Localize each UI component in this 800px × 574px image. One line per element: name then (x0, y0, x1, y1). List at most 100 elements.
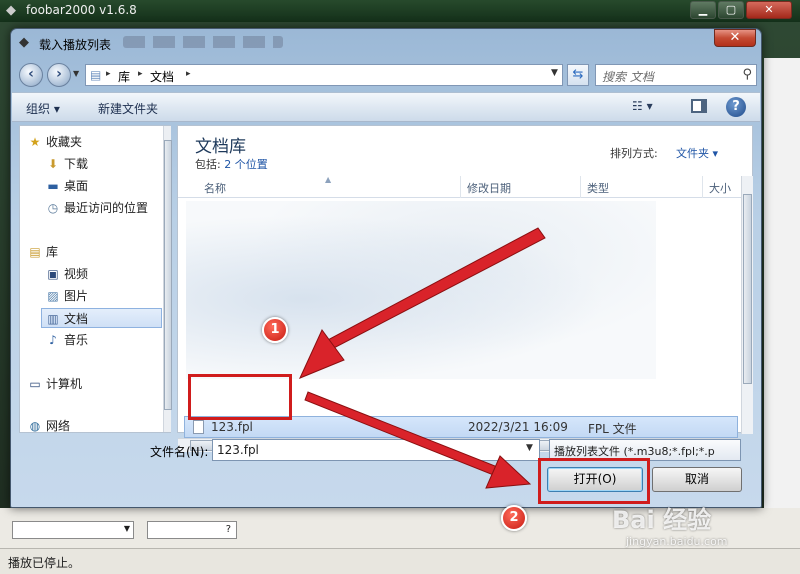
new-folder-button[interactable]: 新建文件夹 (98, 100, 158, 117)
minimize-button[interactable]: ▁ (690, 1, 716, 19)
music-icon: ♪ (49, 333, 57, 347)
step-2-badge: 2 (501, 505, 527, 531)
navigation-pane: ★ 收藏夹 ⬇ 下载 ▬ 桌面 ◷ 最近访问的位置 ▤ 库 ▣ 视频 ▨ 图片 ▥ 文档 ♪ 音乐… (19, 125, 174, 436)
sidebar-item-label: 最近访问的位置 (64, 201, 149, 215)
foobar-combo[interactable] (12, 521, 134, 539)
help-icon[interactable]: ? (726, 97, 746, 117)
refresh-button[interactable]: ⇆ (567, 64, 589, 86)
command-bar: 组织 ▾ 新建文件夹 ☷ ▾ ? (12, 92, 760, 122)
forward-button[interactable]: › (47, 63, 71, 87)
sort-ascending-icon: ▲ (325, 175, 332, 184)
arrange-by-label: 排列方式: (610, 147, 658, 160)
file-type: FPL 文件 (588, 422, 637, 436)
vertical-scrollbar[interactable] (741, 176, 753, 434)
sidebar-item-favorites[interactable]: ★ 收藏夹 (26, 132, 156, 152)
sidebar-item-downloads[interactable]: ⬇ 下载 (44, 154, 174, 174)
dialog-close-button[interactable]: ✕ (714, 29, 756, 47)
foobar-logo-icon: ◆ (6, 3, 16, 18)
file-name: 123.fpl (211, 420, 253, 434)
file-icon (193, 420, 204, 434)
filename-label: 文件名(N): (150, 445, 209, 459)
baidu-watermark: Bai 经验 (612, 506, 712, 534)
maximize-button[interactable]: ▢ (718, 1, 744, 19)
sidebar-item-label: 收藏夹 (46, 135, 83, 149)
sidebar-item-label: 库 (46, 245, 59, 259)
status-bar: 播放已停止。 (0, 548, 800, 574)
sidebar-item-documents[interactable]: ▥ 文档 (41, 308, 162, 328)
load-playlist-dialog: ◆ 载入播放列表 ✕ ‹ › ▼ ▤ ▸ 库 ▸ 文档 ▸ ▼ ⇆ 搜索 文档 … (10, 28, 762, 508)
foobar-playlist-panel (764, 58, 800, 528)
baidu-watermark-url: jingyan.baidu.com (626, 535, 728, 548)
sidebar-item-computer[interactable]: ▭ 计算机 (26, 374, 156, 394)
address-dropdown-icon[interactable]: ▼ (551, 68, 563, 78)
sidebar-item-pictures[interactable]: ▨ 图片 (44, 286, 174, 306)
library-includes: 包括: 2 个位置 (195, 156, 268, 172)
library-title: 文档库 (195, 137, 246, 157)
sidebar-item-label: 音乐 (64, 333, 89, 347)
sidebar-item-label: 计算机 (46, 377, 83, 391)
documents-icon: ▥ (47, 312, 59, 326)
search-icon: ⚲ (742, 67, 752, 82)
video-icon: ▣ (47, 267, 59, 281)
sidebar-item-label: 文档 (64, 312, 89, 326)
step-1-badge: 1 (262, 317, 288, 343)
highlight-file-box (188, 374, 292, 420)
history-dropdown-icon[interactable]: ▼ (73, 69, 79, 78)
breadcrumb-library[interactable]: 库 (118, 68, 130, 85)
close-button[interactable]: ✕ (746, 1, 792, 19)
back-button[interactable]: ‹ (19, 63, 43, 87)
column-divider[interactable] (702, 176, 703, 198)
sidebar-item-videos[interactable]: ▣ 视频 (44, 264, 174, 284)
libraries-icon: ▤ (29, 245, 41, 259)
sidebar-item-libraries[interactable]: ▤ 库 (26, 242, 156, 262)
arrange-by-dropdown[interactable]: 文件夹 ▾ (676, 145, 718, 161)
file-modified: 2022/3/21 16:09 (468, 420, 568, 434)
column-modified[interactable]: 修改日期 (467, 180, 511, 196)
cancel-button[interactable]: 取消 (652, 467, 742, 492)
preview-pane-icon[interactable] (691, 99, 707, 113)
breadcrumb-separator-icon[interactable]: ▸ (138, 69, 143, 79)
sidebar-item-music[interactable]: ♪ 音乐 (44, 330, 174, 350)
sidebar-item-label: 视频 (64, 267, 89, 281)
includes-label: 包括: (195, 158, 221, 171)
breadcrumb-documents[interactable]: 文档 (150, 68, 174, 85)
breadcrumb-separator-icon[interactable]: ▸ (106, 69, 111, 79)
column-name[interactable]: 名称 (204, 180, 226, 196)
nav-scroll-thumb[interactable] (164, 140, 172, 410)
filename-input[interactable]: 123.fpl (212, 439, 540, 461)
desktop-icon: ▬ (47, 179, 59, 193)
sidebar-item-label: 桌面 (64, 179, 89, 193)
pictures-icon: ▨ (47, 289, 59, 303)
network-icon: ◍ (29, 419, 41, 433)
sidebar-item-desktop[interactable]: ▬ 桌面 (44, 176, 174, 196)
computer-icon: ▭ (29, 377, 41, 391)
status-text: 播放已停止。 (8, 556, 81, 570)
search-input[interactable]: 搜索 文档 ⚲ (595, 64, 757, 86)
address-bar[interactable]: ▤ ▸ 库 ▸ 文档 ▸ (85, 64, 563, 86)
includes-locations-link[interactable]: 2 个位置 (224, 158, 268, 171)
recent-places-icon: ◷ (47, 201, 59, 215)
sidebar-item-label: 下载 (64, 157, 89, 171)
column-divider[interactable] (460, 176, 461, 198)
view-options-icon[interactable]: ☷ ▾ (632, 99, 653, 113)
foobar-titlebar: ◆ foobar2000 v1.6.8 ▁ ▢ ✕ (0, 0, 800, 22)
nav-scrollbar[interactable] (163, 126, 172, 432)
column-size[interactable]: 大小 (709, 180, 731, 196)
star-icon: ★ (29, 135, 41, 149)
sidebar-item-network[interactable]: ◍ 网络 (26, 416, 156, 436)
column-type[interactable]: 类型 (587, 180, 609, 196)
foobar-combo-secondary[interactable]: ? (147, 521, 237, 539)
sidebar-item-label: 网络 (46, 419, 71, 433)
organize-button[interactable]: 组织 ▾ (26, 100, 60, 117)
library-folder-icon: ▤ (90, 68, 102, 82)
sidebar-item-label: 图片 (64, 289, 89, 303)
column-divider[interactable] (580, 176, 581, 198)
filename-dropdown-icon[interactable]: ▼ (526, 443, 533, 453)
column-header: ▲ 名称 修改日期 类型 大小 (178, 175, 742, 198)
sidebar-item-recent[interactable]: ◷ 最近访问的位置 (44, 198, 174, 218)
search-placeholder: 搜索 文档 (602, 70, 654, 84)
blurred-menu (123, 36, 283, 48)
breadcrumb-separator-icon[interactable]: ▸ (186, 69, 191, 79)
vertical-scroll-thumb[interactable] (743, 194, 752, 384)
download-folder-icon: ⬇ (47, 157, 59, 171)
